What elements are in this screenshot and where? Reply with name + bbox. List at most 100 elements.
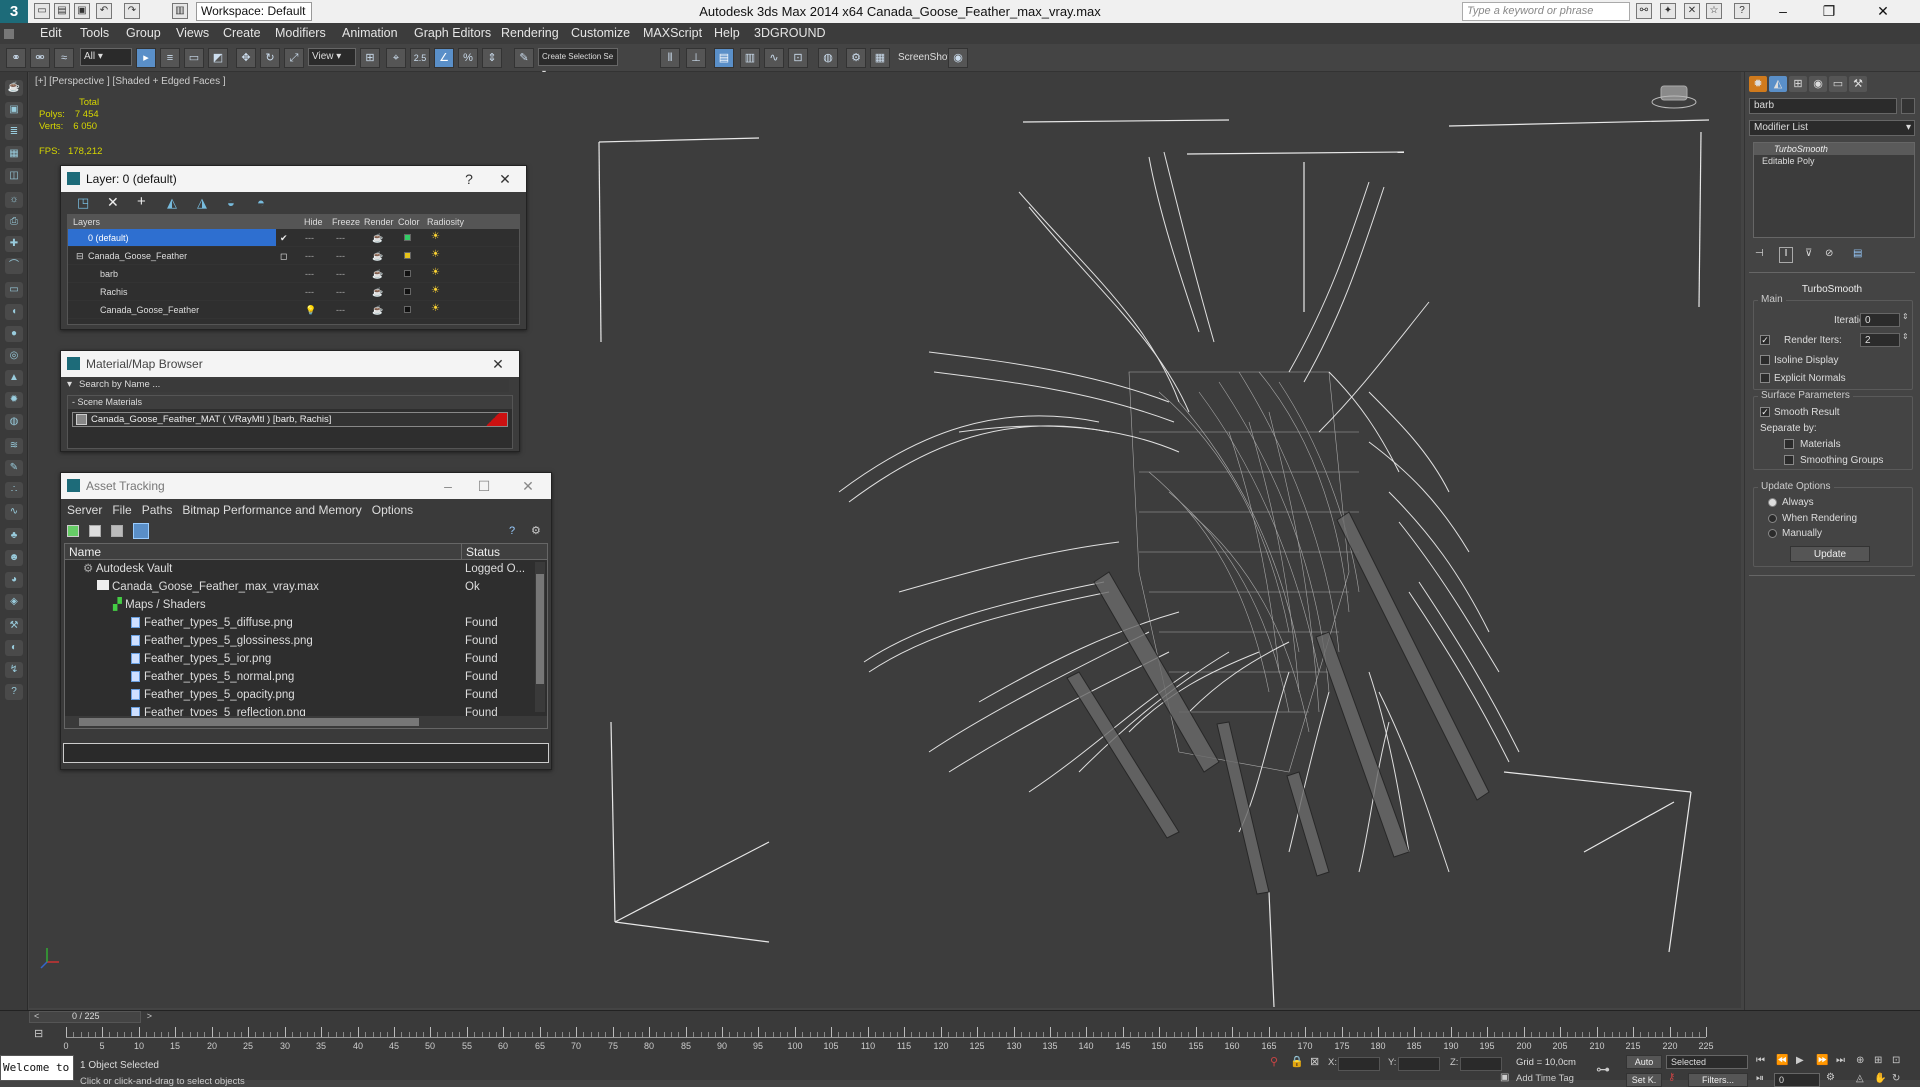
layer-name[interactable]: Rachis <box>100 283 128 301</box>
select-in-layer-icon[interactable]: ◭ <box>167 195 177 211</box>
render-iters-spinner[interactable]: 2 <box>1860 333 1900 347</box>
save-file-icon[interactable]: ▣ <box>74 3 90 19</box>
radiosity-icon[interactable]: ☀ <box>431 285 441 297</box>
layer-color-swatch[interactable] <box>404 252 411 259</box>
select-object-icon[interactable]: ▸ <box>136 48 156 68</box>
col-status[interactable]: Status <box>461 544 500 560</box>
layer-name[interactable]: 0 (default) <box>68 229 276 246</box>
motion-icon[interactable]: ↯ <box>5 662 23 678</box>
snaps-toggle-icon[interactable]: 2.5 <box>410 48 430 68</box>
box-icon[interactable]: ▣ <box>5 102 23 118</box>
layer-color-swatch[interactable] <box>404 288 411 295</box>
layer-manager-icon[interactable]: ▥ <box>740 48 760 68</box>
radiosity-icon[interactable]: ☀ <box>431 267 441 279</box>
material-item[interactable]: Canada_Goose_Feather_MAT ( VRayMtl ) [ba… <box>72 412 508 427</box>
window-crossing-icon[interactable]: ◩ <box>208 48 228 68</box>
unlink-icon[interactable]: ⚮ <box>30 48 50 68</box>
layer-row-default[interactable]: 0 (default) ✔ --- --- ☕ ☀ <box>68 229 519 247</box>
teapot-icon[interactable]: ☕ <box>5 80 23 96</box>
material-browser-titlebar[interactable]: Material/Map Browser ✕ <box>61 351 519 377</box>
new-layer-icon[interactable]: ◳ <box>77 195 89 211</box>
mini-curve-editor-icon[interactable]: ⊟ <box>34 1027 48 1041</box>
menu-animation[interactable]: Animation <box>336 23 404 44</box>
percent-snap-icon[interactable]: % <box>458 48 478 68</box>
smooth-result-checkbox[interactable]: ✓ <box>1760 407 1770 417</box>
lightbulb-icon[interactable]: 💡 <box>305 301 316 319</box>
freeze-toggle[interactable]: --- <box>336 283 345 301</box>
z-coordinate-field[interactable] <box>1460 1057 1502 1071</box>
radiosity-icon[interactable]: ☀ <box>431 249 441 261</box>
spinner-arrows-icon[interactable]: ⇕ <box>1902 332 1909 341</box>
spinner-snap-icon[interactable]: ⇕ <box>482 48 502 68</box>
field-of-view-icon[interactable]: ◬ <box>1856 1073 1864 1084</box>
scene-explorer-icon[interactable]: ▤ <box>714 48 734 68</box>
play-icon[interactable]: ▶ <box>1796 1055 1804 1066</box>
asset-horizontal-scroll-thumb[interactable] <box>79 718 419 726</box>
col-freeze[interactable]: Freeze <box>332 215 360 229</box>
bend-icon[interactable]: ⌒ <box>5 258 23 274</box>
app-logo-icon[interactable]: 3 <box>0 0 28 23</box>
schematic-view-icon[interactable]: ⊡ <box>788 48 808 68</box>
scene-materials-header[interactable]: - Scene Materials <box>68 396 512 409</box>
key-icon[interactable]: ⚷ <box>1668 1072 1675 1083</box>
workspace-dropdown[interactable]: Workspace: Default ▾ <box>196 2 312 35</box>
material-ball-icon[interactable]: ◕ <box>5 572 23 588</box>
add-selection-icon[interactable]: ◻ <box>280 247 287 265</box>
foliage-icon[interactable]: ♣ <box>5 528 23 544</box>
asset-maximize-button[interactable]: ☐ <box>469 473 499 499</box>
menu-help[interactable]: Help <box>708 23 746 44</box>
zoom-icon[interactable]: ⊕ <box>1856 1055 1864 1066</box>
layer-row-rachis[interactable]: Rachis --- --- ☕ ☀ <box>68 283 519 301</box>
radiosity-icon[interactable]: ☀ <box>431 303 441 315</box>
asset-vertical-scroll-thumb[interactable] <box>536 574 544 684</box>
screenshot-label[interactable]: ScreenShot <box>898 52 950 63</box>
select-manipulate-icon[interactable]: ⌖ <box>386 48 406 68</box>
auto-key-button[interactable]: Auto <box>1626 1055 1662 1069</box>
scale-icon[interactable]: ⤢ <box>284 48 304 68</box>
zoom-all-icon[interactable]: ⊞ <box>1874 1055 1882 1066</box>
show-end-result-icon[interactable]: I <box>1779 247 1793 263</box>
track-bar[interactable]: 0 5 10 15 20 25 30 35 40 45 50 55 60 65 70 75 80 85 90 95 10… <box>63 1027 1714 1057</box>
menu-maxscript[interactable]: MAXScript <box>637 23 708 44</box>
current-frame-field[interactable]: 0 <box>1774 1073 1820 1087</box>
subscription-icon[interactable]: ✦ <box>1660 3 1676 19</box>
asset-row-map[interactable]: Feather_types_5_diffuse.png Found <box>65 614 547 632</box>
key-mode-toggle-icon[interactable]: ⏯ <box>1756 1073 1764 1084</box>
geosphere-icon[interactable]: ◍ <box>5 414 23 430</box>
manually-radio[interactable] <box>1768 529 1777 538</box>
menu-group[interactable]: Group <box>120 23 167 44</box>
angle-snap-icon[interactable]: ∠ <box>434 48 454 68</box>
set-key-mode-icon[interactable]: ⊶ <box>1596 1061 1610 1078</box>
checkout-icon[interactable] <box>89 525 101 537</box>
asset-menu-bitmap-performance[interactable]: Bitmap Performance and Memory <box>177 499 366 521</box>
asset-menu-options[interactable]: Options <box>367 499 418 521</box>
hide-toggle[interactable]: --- <box>305 247 314 265</box>
configure-sets-icon[interactable]: ▤ <box>1853 248 1862 259</box>
highlight-layer-icon[interactable]: ◮ <box>197 195 207 211</box>
menu-create[interactable]: Create <box>217 23 267 44</box>
layer-window-titlebar[interactable]: Layer: 0 (default) ? ✕ <box>61 166 526 192</box>
layer-help-button[interactable]: ? <box>454 166 484 192</box>
asset-menu-paths[interactable]: Paths <box>137 499 178 521</box>
binoculars-icon[interactable]: ⚯ <box>1636 3 1652 19</box>
materials-checkbox[interactable] <box>1784 439 1794 449</box>
cube-icon[interactable]: ◫ <box>5 168 23 184</box>
menu-3dground[interactable]: 3DGROUND <box>748 23 832 44</box>
delete-layer-icon[interactable]: ✕ <box>107 194 119 211</box>
menu-customize[interactable]: Customize <box>565 23 636 44</box>
character-icon[interactable]: ☻ <box>5 550 23 566</box>
col-color[interactable]: Color <box>398 215 420 229</box>
col-radiosity[interactable]: Radiosity <box>427 215 464 229</box>
col-hide[interactable]: Hide <box>304 215 323 229</box>
render-iters-checkbox[interactable]: ✓ <box>1760 335 1770 345</box>
layer-close-button[interactable]: ✕ <box>490 166 520 192</box>
isoline-checkbox[interactable] <box>1760 355 1770 365</box>
light-icon[interactable]: ☼ <box>5 192 23 208</box>
update-button[interactable]: Update <box>1790 546 1870 562</box>
asset-row-map[interactable]: Feather_types_5_glossiness.png Found <box>65 632 547 650</box>
utilities-icon[interactable]: ⚒ <box>5 618 23 634</box>
time-configuration-icon[interactable]: ⚙ <box>1826 1072 1835 1083</box>
render-setup-icon[interactable]: ⚙ <box>846 48 866 68</box>
previous-frame-icon[interactable]: ⏪ <box>1776 1055 1788 1066</box>
menu-edit[interactable]: Edit <box>34 23 68 44</box>
